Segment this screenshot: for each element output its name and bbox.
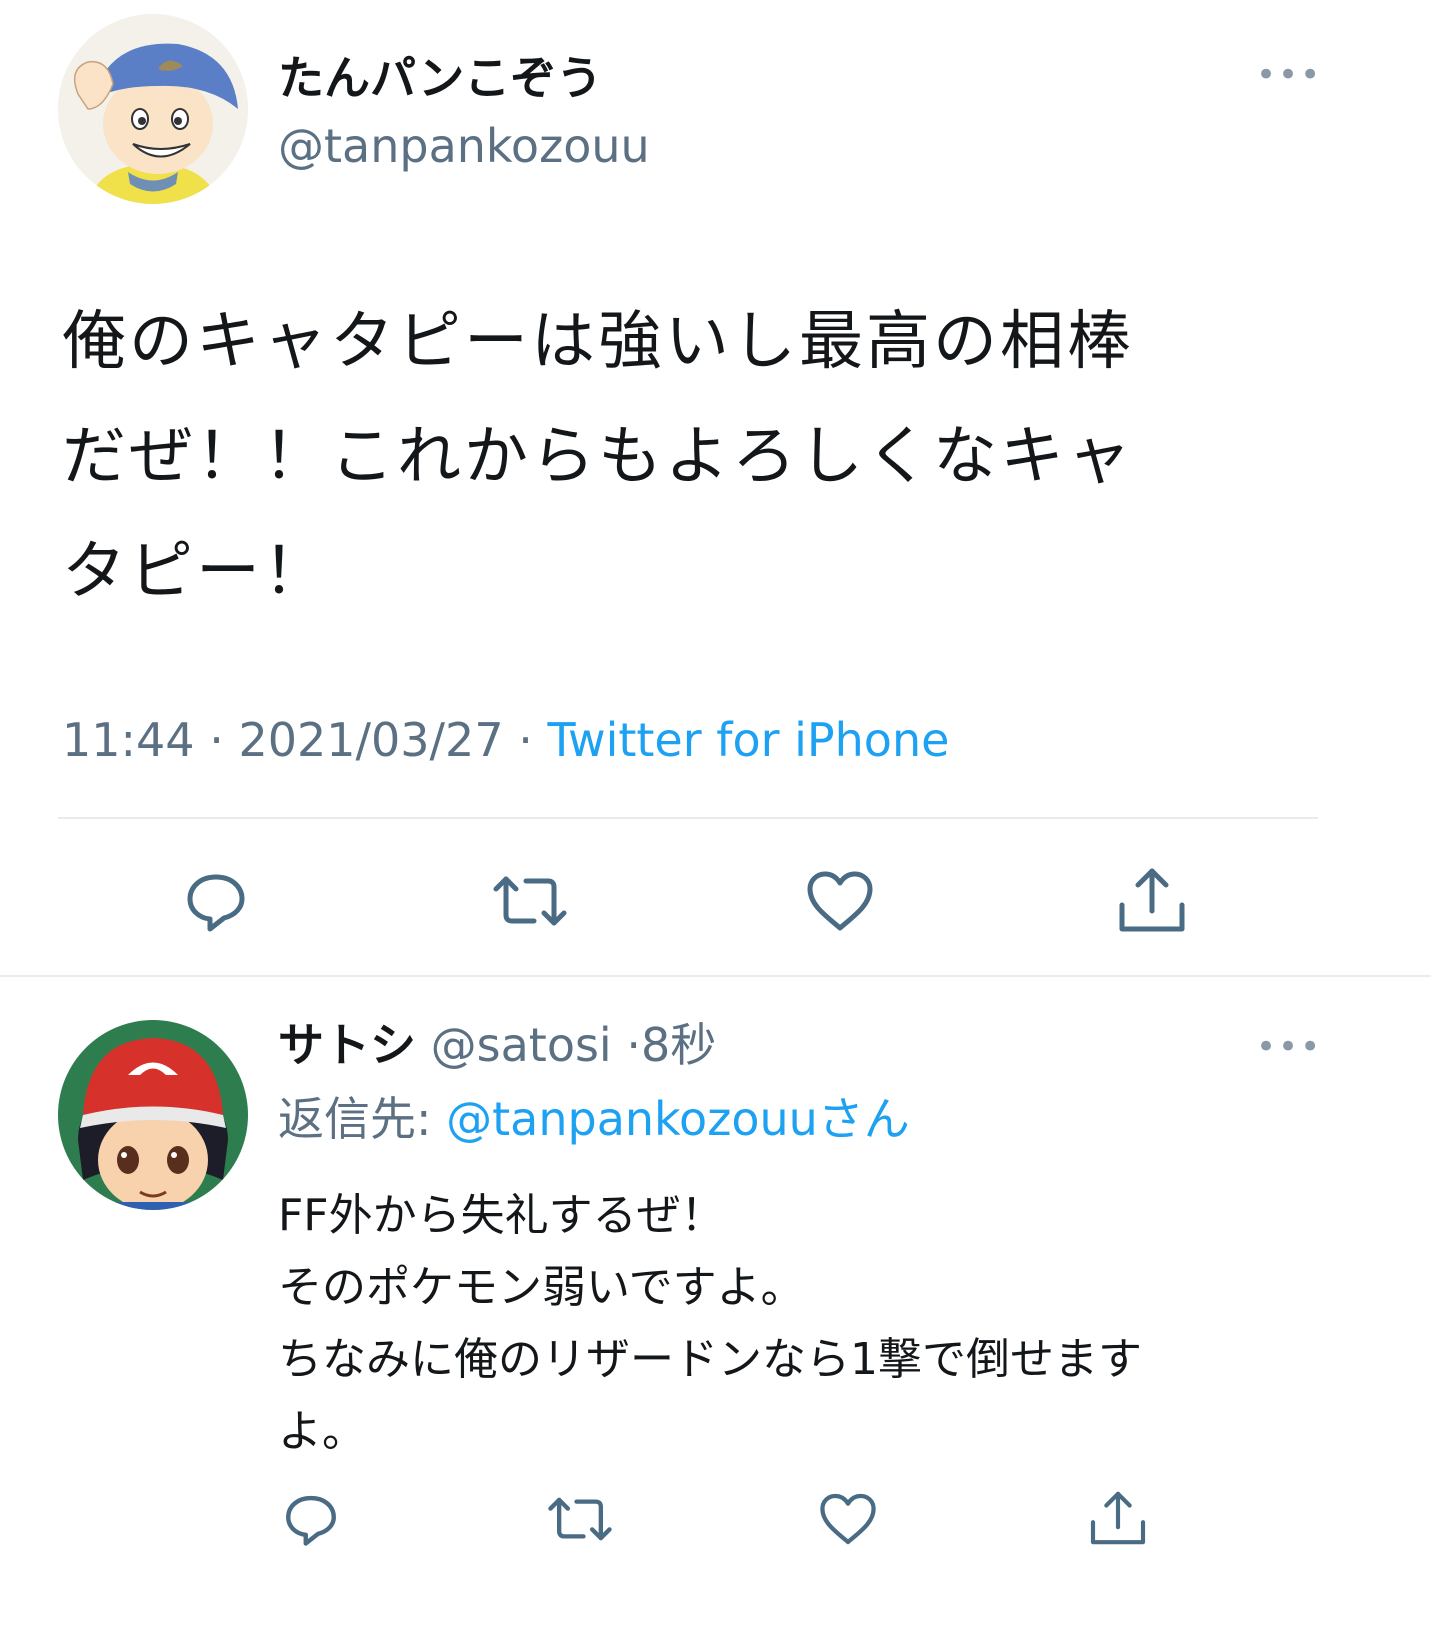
meta-separator: · (518, 713, 533, 767)
retweet-button[interactable] (490, 865, 570, 937)
author-display-name[interactable]: たんパンこぞう (278, 50, 602, 106)
reply-text: FF外から失礼するぜ！ そのポケモン弱いですよ。 ちなみに俺のリザードンなら1撃… (278, 1180, 1142, 1468)
reply-icon (286, 1495, 336, 1546)
retweet-button[interactable] (545, 1488, 615, 1550)
reply-time[interactable]: 8秒 (641, 1018, 716, 1072)
retweet-icon (493, 876, 567, 926)
reply-button[interactable] (280, 1488, 342, 1550)
reply-to-link[interactable]: @tanpankozouuさん (446, 1092, 910, 1146)
reply-text-line: FF外から失礼するぜ！ (278, 1190, 725, 1241)
reply-icon (187, 874, 245, 932)
tanpankozou-avatar[interactable] (58, 14, 248, 204)
like-icon (820, 1493, 876, 1545)
divider (0, 975, 1431, 977)
avatar-illustration (58, 14, 248, 204)
author-handle[interactable]: @tanpankozouu (278, 118, 650, 174)
satoshi-avatar[interactable] (58, 1020, 248, 1210)
more-icon[interactable]: ••• (1256, 58, 1322, 92)
avatar-illustration (58, 1020, 248, 1210)
meta-separator: · (626, 1018, 641, 1072)
retweet-icon (548, 1497, 612, 1541)
tweet-source-link[interactable]: Twitter for iPhone (547, 713, 949, 767)
like-button[interactable] (817, 1488, 879, 1550)
tweet-time: 11:44 (62, 713, 195, 767)
tweet-text-line: だぜ！！これからもよろしくなキャ (62, 420, 1134, 494)
more-icon[interactable]: ••• (1256, 1030, 1322, 1064)
reply-to-line: 返信先: @tanpankozouuさん (278, 1090, 910, 1148)
reply-button[interactable] (180, 865, 252, 937)
tweet-date: 2021/03/27 (238, 713, 504, 767)
reply-display-name[interactable]: サトシ (278, 1018, 416, 1072)
reply-text-line: ちなみに俺のリザードンなら1撃で倒せます (278, 1334, 1142, 1385)
reply-to-prefix: 返信先: (278, 1092, 432, 1146)
tweet-text: 俺のキャタピーは強いし最高の相棒 だぜ！！これからもよろしくなキャ タピー！ (62, 285, 1134, 630)
tweet-text-line: 俺のキャタピーは強いし最高の相棒 (62, 305, 1134, 379)
meta-separator: · (209, 713, 224, 767)
share-button[interactable] (1086, 1485, 1150, 1551)
reply-handle[interactable]: @satosi (431, 1018, 612, 1072)
like-button[interactable] (804, 865, 876, 937)
share-button[interactable] (1114, 862, 1190, 938)
like-icon (807, 871, 873, 931)
tweet-meta: 11:44 · 2021/03/27 · Twitter for iPhone (62, 712, 949, 768)
reply-text-line: そのポケモン弱いですよ。 (278, 1262, 805, 1313)
reply-text-line: よ。 (278, 1406, 366, 1457)
share-icon (1090, 1491, 1146, 1545)
reply-header: サトシ @satosi ·8秒 (278, 1016, 716, 1074)
tweet-text-line: タピー！ (62, 535, 330, 609)
divider (58, 817, 1318, 819)
share-icon (1119, 868, 1185, 932)
